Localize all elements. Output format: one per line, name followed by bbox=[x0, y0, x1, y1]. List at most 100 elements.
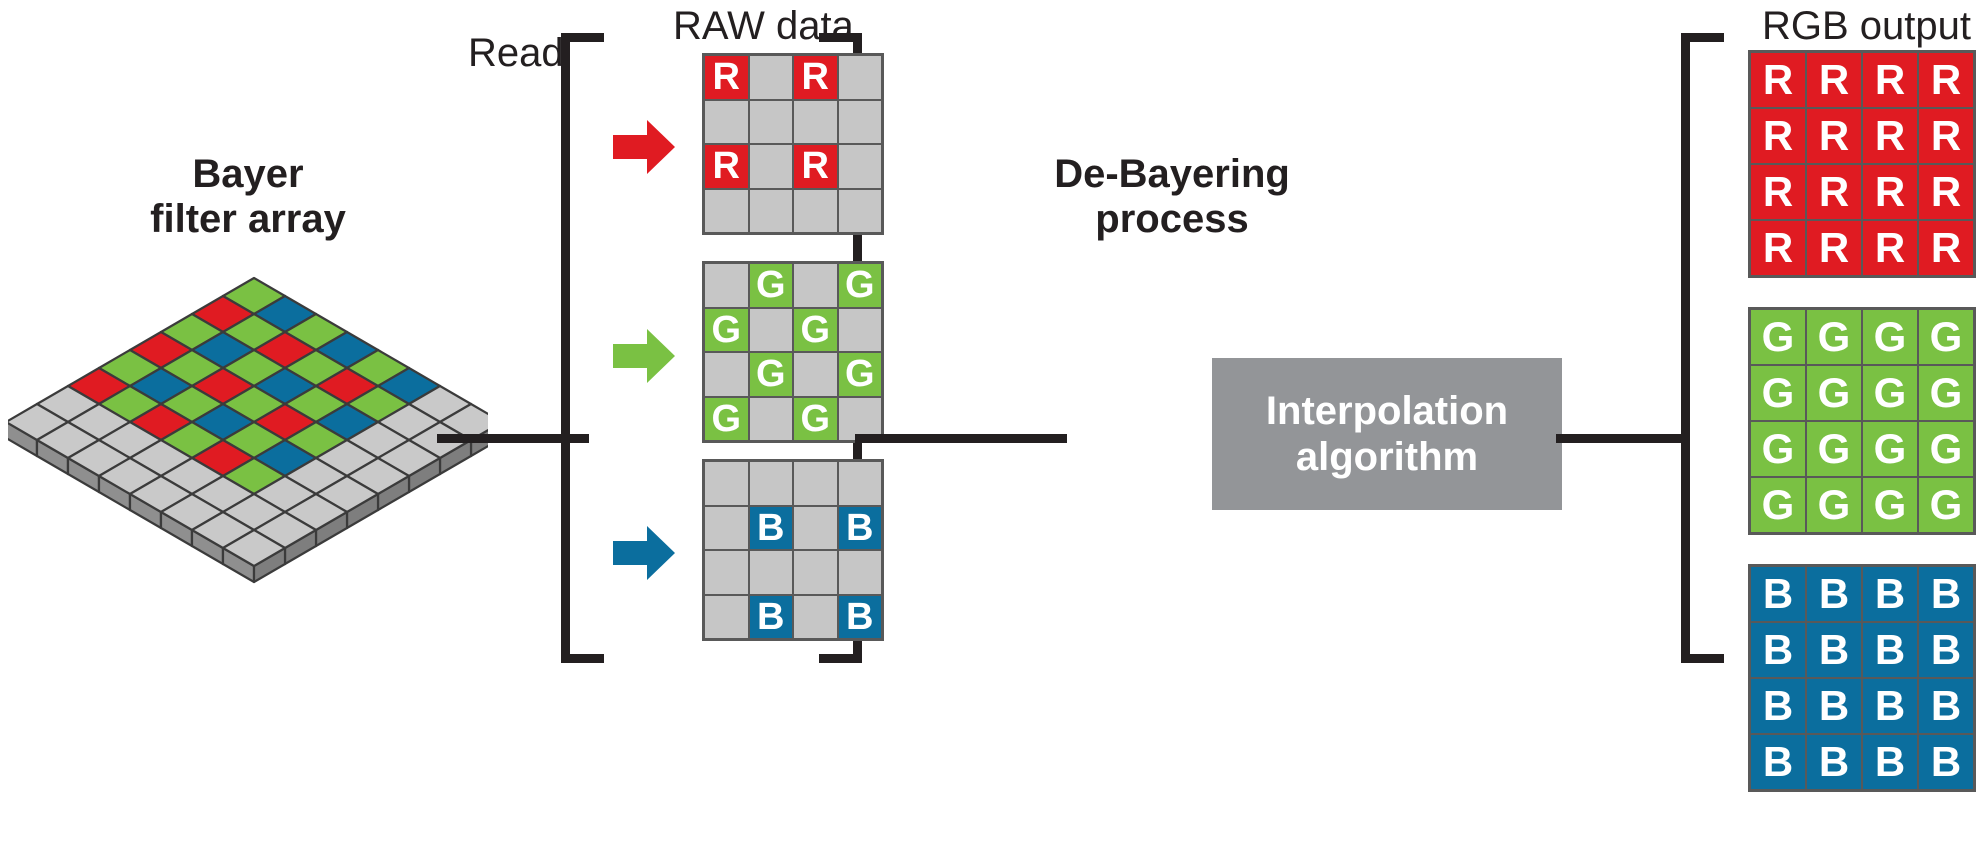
pixel-empty bbox=[704, 188, 749, 233]
output-grid-blue: BBBBBBBBBBBBBBBB bbox=[1748, 564, 1976, 792]
pixel-b: B bbox=[1918, 566, 1974, 622]
bayer-label-line1: Bayer bbox=[192, 152, 304, 196]
pixel-r: R bbox=[1750, 164, 1806, 220]
pixel-empty bbox=[748, 188, 793, 233]
pixel-r: R bbox=[1750, 108, 1806, 164]
blue-arrow bbox=[613, 526, 675, 580]
pixel-empty bbox=[837, 307, 882, 352]
pixel-empty bbox=[837, 55, 882, 100]
pixel-g: G bbox=[1806, 365, 1862, 421]
pixel-r: R bbox=[1862, 108, 1918, 164]
pixel-b: B bbox=[1918, 622, 1974, 678]
pixel-r: R bbox=[1918, 164, 1974, 220]
pixel-b: B bbox=[1862, 734, 1918, 790]
rgb-output-label: RGB output bbox=[1762, 4, 1972, 48]
pixel-empty bbox=[704, 461, 749, 506]
pixel-g: G bbox=[748, 263, 793, 308]
pixel-g: G bbox=[1918, 421, 1974, 477]
rgb-left-bracket bbox=[1681, 33, 1724, 663]
pixel-g: G bbox=[1862, 365, 1918, 421]
connector-raw-to-interpolation bbox=[855, 434, 1067, 443]
output-grid-red: RRRRRRRRRRRRRRRR bbox=[1748, 50, 1976, 278]
pixel-empty bbox=[748, 144, 793, 189]
pixel-empty bbox=[793, 461, 838, 506]
pixel-b: B bbox=[1806, 678, 1862, 734]
raw-left-bracket bbox=[561, 33, 604, 663]
pixel-empty bbox=[704, 505, 749, 550]
pixel-g: G bbox=[1806, 421, 1862, 477]
pixel-empty bbox=[748, 55, 793, 100]
pixel-r: R bbox=[1862, 164, 1918, 220]
pixel-g: G bbox=[1918, 309, 1974, 365]
pixel-g: G bbox=[793, 396, 838, 441]
pixel-g: G bbox=[1862, 421, 1918, 477]
bayer-filter-array-illustration: .t{stroke:#3b3b3b;stroke-width:2.2;strok… bbox=[8, 276, 488, 584]
pixel-r: R bbox=[1750, 220, 1806, 276]
interpolation-label-line2: algorithm bbox=[1295, 435, 1479, 479]
pixel-g: G bbox=[793, 307, 838, 352]
pixel-empty bbox=[837, 188, 882, 233]
pixel-b: B bbox=[1806, 566, 1862, 622]
pixel-empty bbox=[793, 594, 838, 639]
pixel-r: R bbox=[1862, 52, 1918, 108]
pixel-g: G bbox=[1750, 309, 1806, 365]
raw-grid-green: GGGGGGGG bbox=[702, 261, 884, 443]
pixel-r: R bbox=[1918, 52, 1974, 108]
pixel-g: G bbox=[1750, 421, 1806, 477]
interpolation-algorithm-box[interactable]: Interpolation algorithm bbox=[1212, 358, 1562, 510]
raw-grid-blue: BBBB bbox=[702, 459, 884, 641]
pixel-b: B bbox=[1750, 734, 1806, 790]
pixel-empty bbox=[748, 307, 793, 352]
pixel-b: B bbox=[1806, 734, 1862, 790]
raw-grid-red: RRRR bbox=[702, 53, 884, 235]
pixel-b: B bbox=[1862, 678, 1918, 734]
pixel-empty bbox=[793, 99, 838, 144]
pixel-g: G bbox=[1918, 477, 1974, 533]
green-arrow bbox=[613, 329, 675, 383]
pixel-b: B bbox=[1862, 566, 1918, 622]
pixel-r: R bbox=[1862, 220, 1918, 276]
pixel-b: B bbox=[1806, 622, 1862, 678]
pixel-r: R bbox=[1806, 220, 1862, 276]
connector-interpolation-to-rgb bbox=[1556, 434, 1690, 443]
process-label-line1: De-Bayering bbox=[1054, 152, 1290, 196]
pixel-b: B bbox=[1750, 622, 1806, 678]
output-grid-green: GGGGGGGGGGGGGGGG bbox=[1748, 307, 1976, 535]
interpolation-label-line1: Interpolation bbox=[1265, 389, 1509, 433]
pixel-r: R bbox=[793, 144, 838, 189]
pixel-g: G bbox=[837, 352, 882, 397]
pixel-empty bbox=[704, 263, 749, 308]
pixel-empty bbox=[793, 505, 838, 550]
pixel-r: R bbox=[1806, 108, 1862, 164]
pixel-b: B bbox=[837, 505, 882, 550]
de-bayering-process-label: De-Bayering process bbox=[1012, 152, 1332, 242]
pixel-empty bbox=[793, 263, 838, 308]
pixel-b: B bbox=[748, 505, 793, 550]
pixel-b: B bbox=[837, 594, 882, 639]
bayer-label-line2: filter array bbox=[150, 196, 346, 241]
diagram-canvas: Bayer filter array .t{stroke:#3b3b3b;str… bbox=[0, 0, 1987, 861]
pixel-r: R bbox=[1918, 108, 1974, 164]
pixel-r: R bbox=[1918, 220, 1974, 276]
pixel-g: G bbox=[704, 307, 749, 352]
red-arrow bbox=[613, 120, 675, 174]
pixel-r: R bbox=[704, 55, 749, 100]
pixel-b: B bbox=[1918, 734, 1974, 790]
pixel-r: R bbox=[793, 55, 838, 100]
pixel-b: B bbox=[1750, 678, 1806, 734]
pixel-b: B bbox=[1918, 678, 1974, 734]
pixel-b: B bbox=[1862, 622, 1918, 678]
pixel-empty bbox=[837, 461, 882, 506]
pixel-r: R bbox=[704, 144, 749, 189]
pixel-b: B bbox=[1750, 566, 1806, 622]
pixel-r: R bbox=[1806, 164, 1862, 220]
pixel-empty bbox=[748, 461, 793, 506]
pixel-g: G bbox=[1806, 309, 1862, 365]
pixel-empty bbox=[793, 550, 838, 595]
pixel-g: G bbox=[1918, 365, 1974, 421]
pixel-empty bbox=[704, 99, 749, 144]
pixel-r: R bbox=[1806, 52, 1862, 108]
pixel-empty bbox=[704, 594, 749, 639]
pixel-empty bbox=[704, 550, 749, 595]
pixel-empty bbox=[704, 352, 749, 397]
